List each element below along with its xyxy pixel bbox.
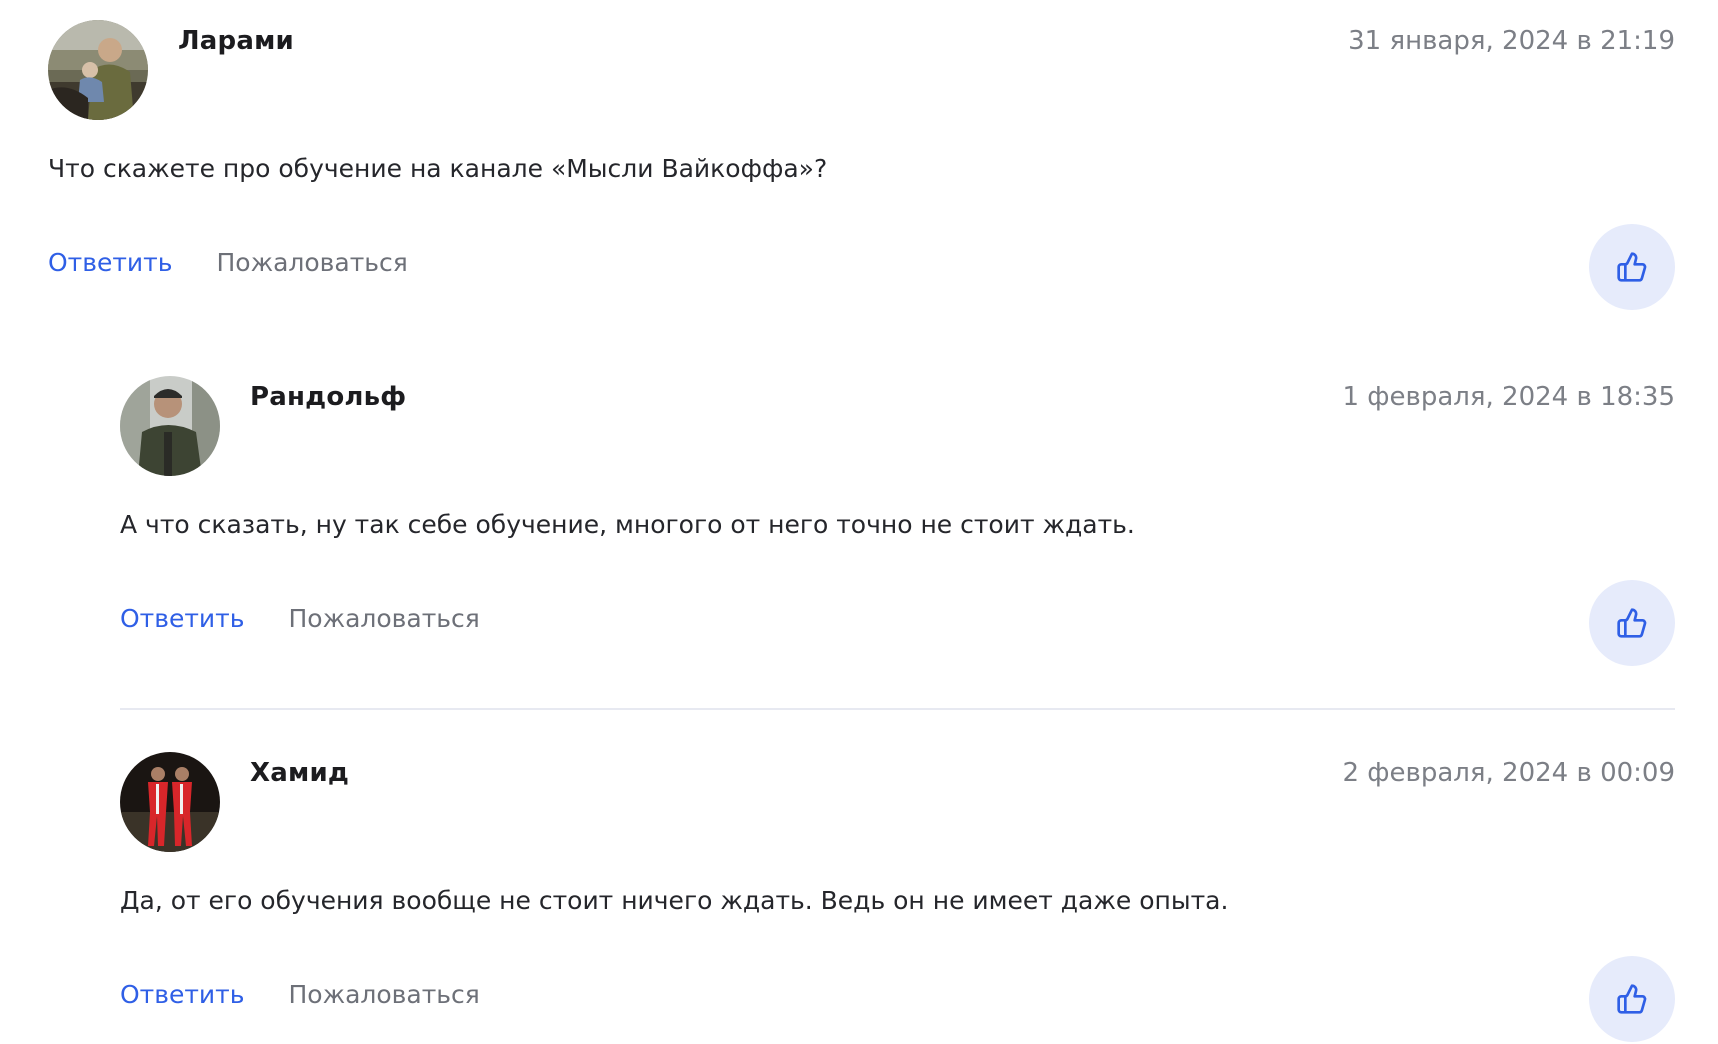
like-button[interactable] xyxy=(1589,224,1675,310)
comment-date: 2 февраля, 2024 в 00:09 xyxy=(1342,758,1675,788)
complain-button[interactable]: Пожаловаться xyxy=(288,980,479,1009)
comment-text: Да, от его обучения вообще не стоит ниче… xyxy=(120,886,1229,915)
comment-text: Что скажете про обучение на канале «Мысл… xyxy=(48,154,828,183)
user-photo-icon xyxy=(48,20,148,120)
reply-button[interactable]: Ответить xyxy=(120,980,244,1009)
like-button[interactable] xyxy=(1589,956,1675,1042)
comment-actions: Ответить Пожаловаться xyxy=(48,248,408,277)
user-photo-icon xyxy=(120,752,220,852)
comment-divider xyxy=(120,708,1675,710)
comment-actions: Ответить Пожаловаться xyxy=(120,980,480,1009)
thumbs-up-icon xyxy=(1617,608,1647,638)
reply-button[interactable]: Ответить xyxy=(48,248,172,277)
complain-button[interactable]: Пожаловаться xyxy=(288,604,479,633)
comment-actions: Ответить Пожаловаться xyxy=(120,604,480,633)
complain-button[interactable]: Пожаловаться xyxy=(216,248,407,277)
comment-text: А что сказать, ну так себе обучение, мно… xyxy=(120,510,1135,539)
like-button[interactable] xyxy=(1589,580,1675,666)
thumbs-up-icon xyxy=(1617,984,1647,1014)
user-photo-icon xyxy=(120,376,220,476)
comment-date: 31 января, 2024 в 21:19 xyxy=(1348,26,1675,56)
thumbs-up-icon xyxy=(1617,252,1647,282)
comment-author[interactable]: Хамид xyxy=(250,758,349,788)
avatar[interactable] xyxy=(120,376,220,476)
comment-date: 1 февраля, 2024 в 18:35 xyxy=(1342,382,1675,412)
comment-author[interactable]: Ларами xyxy=(178,26,294,56)
reply-button[interactable]: Ответить xyxy=(120,604,244,633)
comment-author[interactable]: Рандольф xyxy=(250,382,406,412)
avatar[interactable] xyxy=(48,20,148,120)
avatar[interactable] xyxy=(120,752,220,852)
